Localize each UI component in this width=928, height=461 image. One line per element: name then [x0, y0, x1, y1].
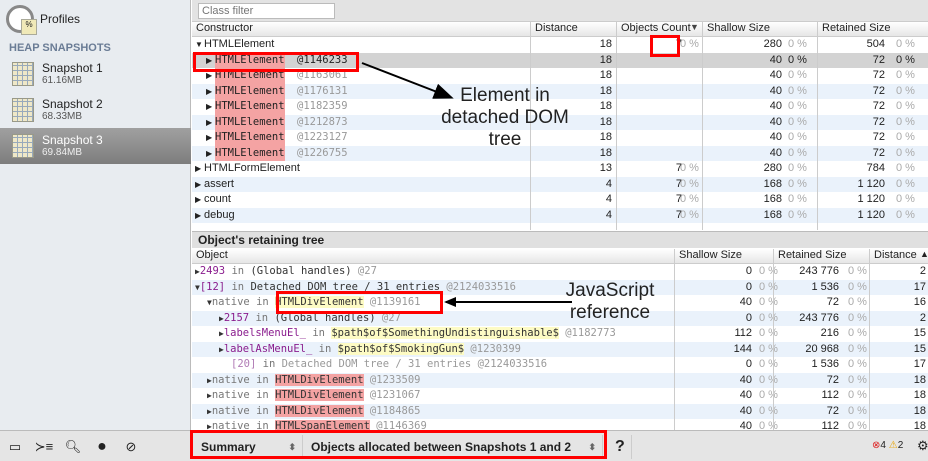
arrow-element: [361, 62, 454, 99]
annotation-arrows: [361, 62, 572, 307]
arrowhead: [444, 297, 456, 307]
